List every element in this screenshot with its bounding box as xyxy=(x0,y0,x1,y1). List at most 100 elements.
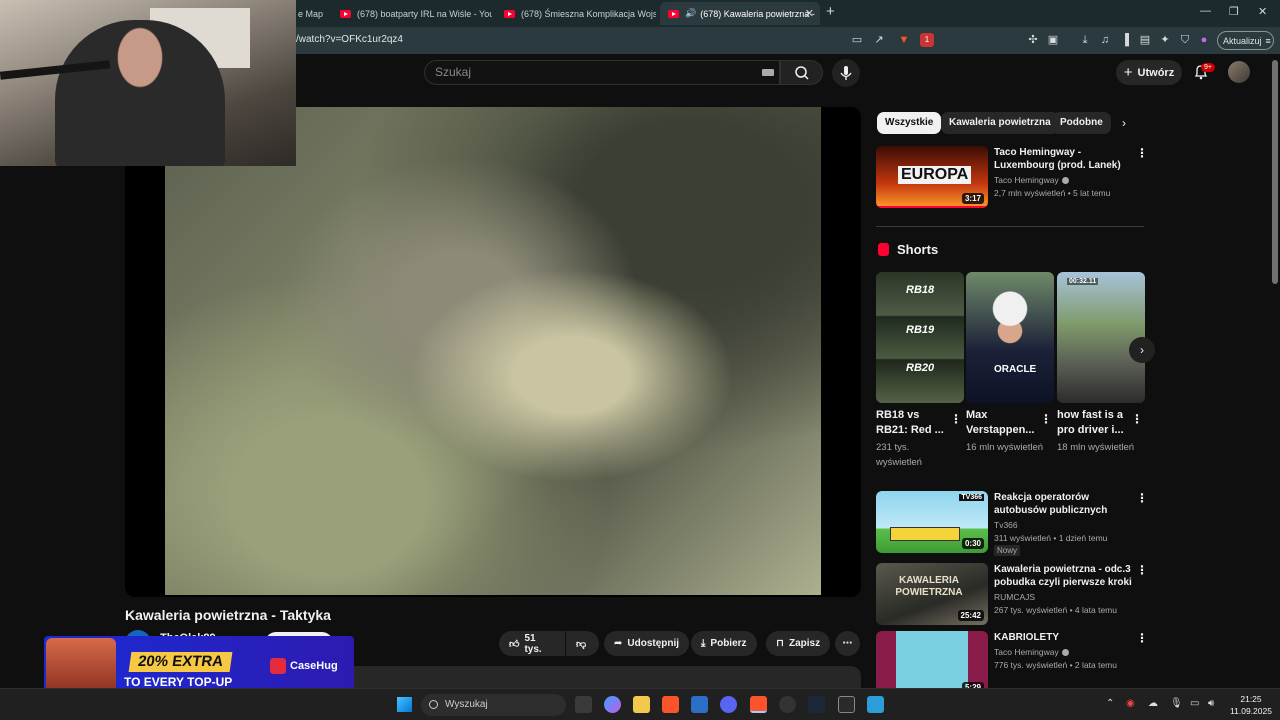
more-options-icon[interactable]: ⋮ xyxy=(1136,491,1148,505)
microphone-icon xyxy=(840,66,852,80)
share-page-icon[interactable]: ↗ xyxy=(872,33,886,47)
short-thumbnail: RB18 RB19 RB20 xyxy=(876,272,964,403)
recommendation-item[interactable]: TV366 0:30 Reakcja operatorów autobusów … xyxy=(876,491,1148,556)
windows-taskbar: Wyszukaj ⌃ ◉ ☁ 🎙︎ ▭ 🔊︎ 21:25 11.09.2025 xyxy=(0,688,1280,720)
more-options-icon[interactable]: ⋮ xyxy=(1136,146,1148,160)
chip-kawaleria[interactable]: Kawaleria powietrzna xyxy=(941,112,1059,134)
rewards-icon[interactable]: 1 xyxy=(920,33,934,47)
file-explorer-icon[interactable] xyxy=(633,696,650,713)
search-input[interactable]: Szukaj xyxy=(424,60,780,85)
discord-icon[interactable] xyxy=(720,696,737,713)
tab-maps[interactable]: e Map xyxy=(290,2,330,25)
short-item[interactable]: ORACLE Max Verstappen... 16 mln wyświetl… xyxy=(966,272,1054,453)
save-label: Zapisz xyxy=(788,638,821,649)
save-button[interactable]: ⊓ Zapisz xyxy=(766,631,831,656)
short-item[interactable]: 00:32.11 how fast is a pro driver i... 1… xyxy=(1057,272,1145,453)
short-item[interactable]: RB18 RB19 RB20 RB18 vs RB21: Red ... 231… xyxy=(876,272,964,468)
update-button[interactable]: Aktualizuj ≡ xyxy=(1217,31,1274,50)
more-options-icon[interactable]: ⋮ xyxy=(1040,412,1052,426)
plus-icon: + xyxy=(1123,64,1133,81)
short-thumbnail: 00:32.11 xyxy=(1057,272,1145,403)
notes-icon[interactable] xyxy=(867,696,884,713)
recommendation-meta: 311 wyświetleń • 1 dzień temu xyxy=(994,533,1108,543)
taskbar-clock[interactable]: 21:25 11.09.2025 xyxy=(1226,693,1276,717)
store-icon[interactable] xyxy=(691,696,708,713)
sidebar-icon[interactable]: ▐ xyxy=(1118,33,1132,47)
search-icon xyxy=(429,700,438,709)
more-options-icon[interactable]: ⋮ xyxy=(1136,631,1148,645)
epic-games-icon[interactable] xyxy=(838,696,855,713)
tab-kawaleria-active[interactable]: 🔊 (678) Kawaleria powietrzna - ✕ xyxy=(660,2,820,25)
leo-ai-icon[interactable]: ✦ xyxy=(1158,33,1172,47)
like-button[interactable]: 👍︎ 51 tys. xyxy=(499,631,565,656)
more-options-icon[interactable]: ⋮ xyxy=(1136,563,1148,577)
more-options-icon[interactable]: ⋮ xyxy=(950,412,962,426)
steam-icon[interactable] xyxy=(808,696,825,713)
music-icon[interactable]: ♫ xyxy=(1098,33,1112,47)
wallet-icon[interactable]: ▤ xyxy=(1138,33,1152,47)
onedrive-icon[interactable]: ☁ xyxy=(1148,698,1158,709)
video-duration: 0:30 xyxy=(961,538,984,549)
profile-icon[interactable]: ● xyxy=(1197,33,1211,47)
dislike-button[interactable]: 👎︎ xyxy=(566,631,599,656)
volume-icon[interactable]: 🔊︎ xyxy=(1208,698,1214,709)
taskbar-search-input[interactable]: Wyszukaj xyxy=(421,694,566,716)
thumbnail-text: TV366 xyxy=(959,494,984,501)
minimize-button[interactable]: — xyxy=(1200,5,1211,17)
recommendation-item[interactable]: 5:29 KABRIOLETY Taco Hemingway 776 tys. … xyxy=(876,631,1148,693)
chip-related[interactable]: Podobne xyxy=(1052,112,1111,134)
brave-shield-icon[interactable]: ▼ xyxy=(897,33,911,47)
download-button[interactable]: ⤓ Pobierz xyxy=(691,631,757,656)
vpn-shield-icon[interactable]: ⛉ xyxy=(1178,33,1192,47)
search-icon xyxy=(795,66,809,80)
close-window-button[interactable]: ✕ xyxy=(1258,5,1267,18)
recommendation-item[interactable]: EUROPA 3:17 Taco Hemingway - Luxembourg … xyxy=(876,146,1148,216)
create-label: Utwórz xyxy=(1137,66,1175,79)
like-count: 51 tys. xyxy=(524,632,542,655)
task-view-icon[interactable] xyxy=(575,696,592,713)
maximize-button[interactable]: ❐ xyxy=(1229,5,1239,18)
brave-browser-icon[interactable] xyxy=(662,696,679,713)
recommendation-item[interactable]: KAWALERIA POWIETRZNA 25:42 Kawaleria pow… xyxy=(876,563,1148,627)
copilot-icon[interactable] xyxy=(604,696,621,713)
scrollbar-thumb[interactable] xyxy=(1272,60,1278,284)
microphone-icon[interactable]: 🎙︎ xyxy=(1170,698,1183,709)
verified-icon xyxy=(1061,649,1069,657)
network-icon[interactable]: ▭ xyxy=(1190,698,1199,709)
short-title: Max Verstappen... xyxy=(966,409,1035,436)
tray-chevron-icon[interactable]: ⌃ xyxy=(1106,698,1114,709)
tab-boatparty[interactable]: (678) boatparty IRL na Wiśle - YouTube xyxy=(332,2,492,25)
tab-close-icon[interactable]: ✕ xyxy=(805,7,814,20)
more-actions-button[interactable]: ⋯ xyxy=(835,631,860,656)
tab-smieszna[interactable]: (678) Śmieszna Komplikacja Wojsko P xyxy=(496,2,656,25)
windows-start-icon[interactable] xyxy=(397,697,412,712)
recommendation-title: Reakcja operatorów autobusów publicznych xyxy=(994,492,1108,516)
speaker-icon: 🔊 xyxy=(685,8,697,18)
search-button[interactable] xyxy=(780,60,823,85)
download-label: Pobierz xyxy=(710,638,747,649)
extensions-icon[interactable]: ✣ xyxy=(1026,33,1040,47)
thumbnail-text: RB18 xyxy=(906,284,935,296)
cast-icon[interactable]: ▭ xyxy=(850,33,864,47)
voice-search-button[interactable] xyxy=(832,59,860,87)
tray-app-icon[interactable]: ◉ xyxy=(1126,698,1135,709)
shorts-next-button[interactable]: › xyxy=(1129,337,1155,363)
chip-all[interactable]: Wszystkie xyxy=(877,112,942,134)
keyboard-icon[interactable] xyxy=(762,69,774,76)
download-icon[interactable]: ⤓ xyxy=(1078,33,1092,47)
chevron-right-icon[interactable]: › xyxy=(1122,116,1126,130)
brave-active-icon[interactable] xyxy=(750,696,767,713)
thumbs-up-icon: 👍︎ xyxy=(509,638,520,650)
url-field[interactable]: /watch?v=OFKc1ur2qz4 xyxy=(296,34,403,45)
video-player[interactable] xyxy=(125,107,861,597)
thumbnail-text: RB19 xyxy=(906,324,935,336)
new-tab-button[interactable]: + xyxy=(826,3,835,20)
account-avatar[interactable] xyxy=(1228,61,1250,83)
recommendation-meta: 776 tys. wyświetleń • 2 lata temu xyxy=(994,660,1117,670)
create-button[interactable]: + Utwórz xyxy=(1116,60,1182,85)
screen: e Map (678) boatparty IRL na Wiśle - You… xyxy=(0,0,1280,720)
share-button[interactable]: ➦ Udostępnij xyxy=(604,631,690,656)
more-options-icon[interactable]: ⋮ xyxy=(1131,412,1143,426)
app-icon[interactable] xyxy=(779,696,796,713)
reading-list-icon[interactable]: ▣ xyxy=(1046,33,1060,47)
